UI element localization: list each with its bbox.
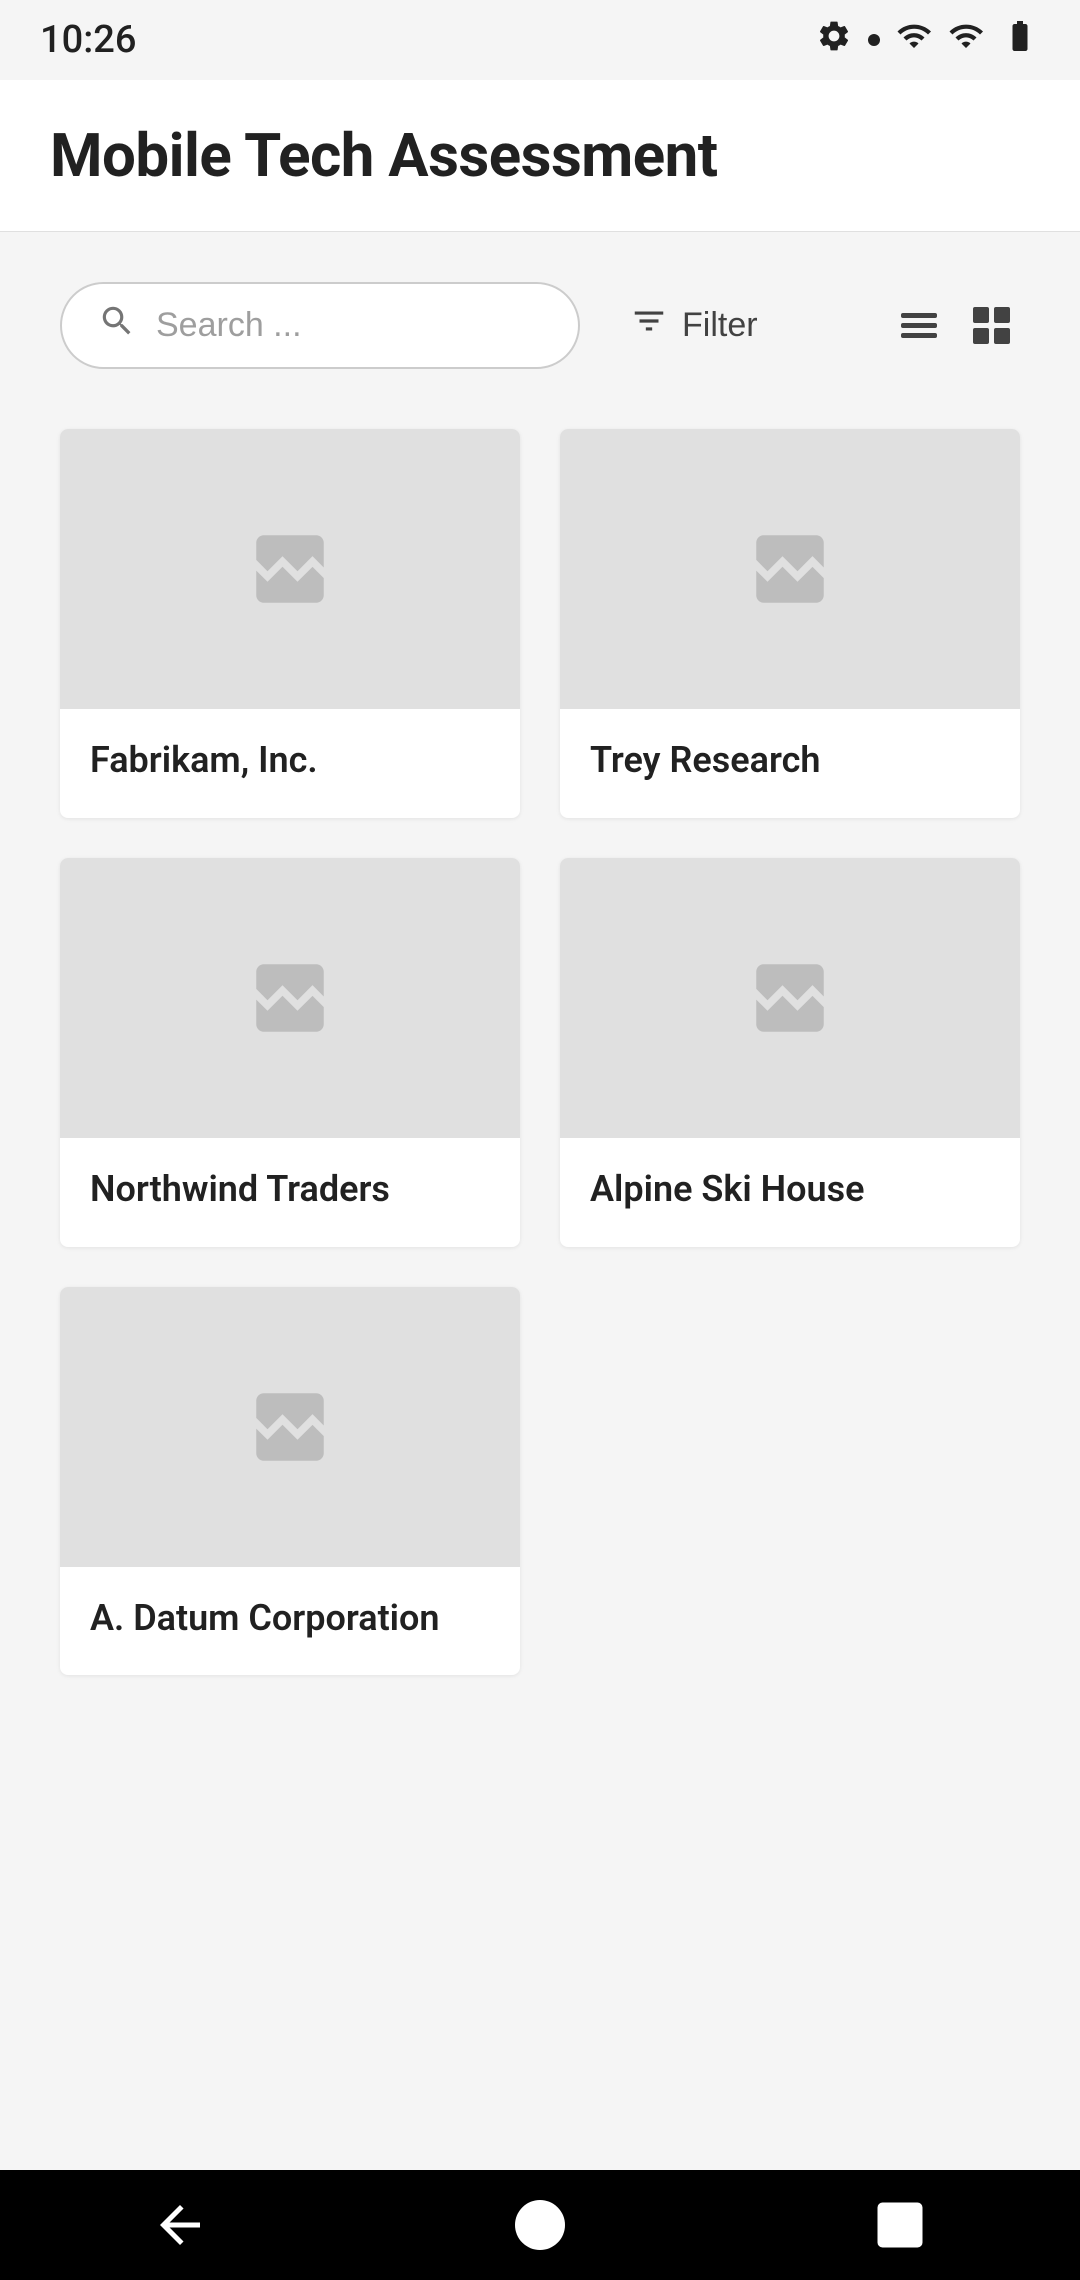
status-icons: [816, 18, 1040, 62]
card-title-3: Northwind Traders: [60, 1138, 520, 1247]
view-toggle: [891, 297, 1020, 354]
card-image-3: [60, 858, 520, 1138]
wifi-icon: [896, 18, 932, 62]
nav-bar: [0, 2170, 1080, 2280]
dot-indicator: [868, 34, 880, 46]
card-item-2[interactable]: Trey Research: [560, 429, 1020, 818]
card-image-1: [60, 429, 520, 709]
search-input[interactable]: [156, 306, 542, 345]
card-image-4: [560, 858, 1020, 1138]
page-title: Mobile Tech Assessment: [50, 120, 1030, 191]
list-view-icon: [901, 313, 937, 338]
grid-view-button[interactable]: [963, 297, 1020, 354]
card-image-5: [60, 1287, 520, 1567]
settings-icon: [816, 18, 852, 62]
card-item-3[interactable]: Northwind Traders: [60, 858, 520, 1247]
back-button[interactable]: [134, 2179, 226, 2271]
signal-icon: [948, 18, 984, 62]
battery-icon: [1000, 18, 1040, 62]
header: Mobile Tech Assessment: [0, 80, 1080, 232]
card-title-1: Fabrikam, Inc.: [60, 709, 520, 818]
list-view-button[interactable]: [891, 303, 947, 348]
cards-grid: Fabrikam, Inc. Trey Research Northwind T…: [60, 429, 1020, 1675]
grid-view-icon: [973, 307, 1010, 344]
toolbar: Filter: [60, 282, 1020, 369]
search-icon: [98, 302, 136, 349]
card-item-5[interactable]: A. Datum Corporation: [60, 1287, 520, 1676]
card-image-2: [560, 429, 1020, 709]
card-title-2: Trey Research: [560, 709, 1020, 818]
main-content: Filter: [0, 232, 1080, 1725]
card-item-1[interactable]: Fabrikam, Inc.: [60, 429, 520, 818]
recent-button[interactable]: [854, 2179, 946, 2271]
status-bar: 10:26: [0, 0, 1080, 80]
status-time: 10:26: [40, 18, 136, 62]
card-title-4: Alpine Ski House: [560, 1138, 1020, 1247]
filter-icon: [630, 302, 668, 349]
home-button[interactable]: [494, 2179, 586, 2271]
card-title-5: A. Datum Corporation: [60, 1567, 520, 1676]
search-container[interactable]: [60, 282, 580, 369]
filter-label: Filter: [682, 306, 758, 345]
filter-button[interactable]: Filter: [610, 292, 778, 359]
card-item-4[interactable]: Alpine Ski House: [560, 858, 1020, 1247]
